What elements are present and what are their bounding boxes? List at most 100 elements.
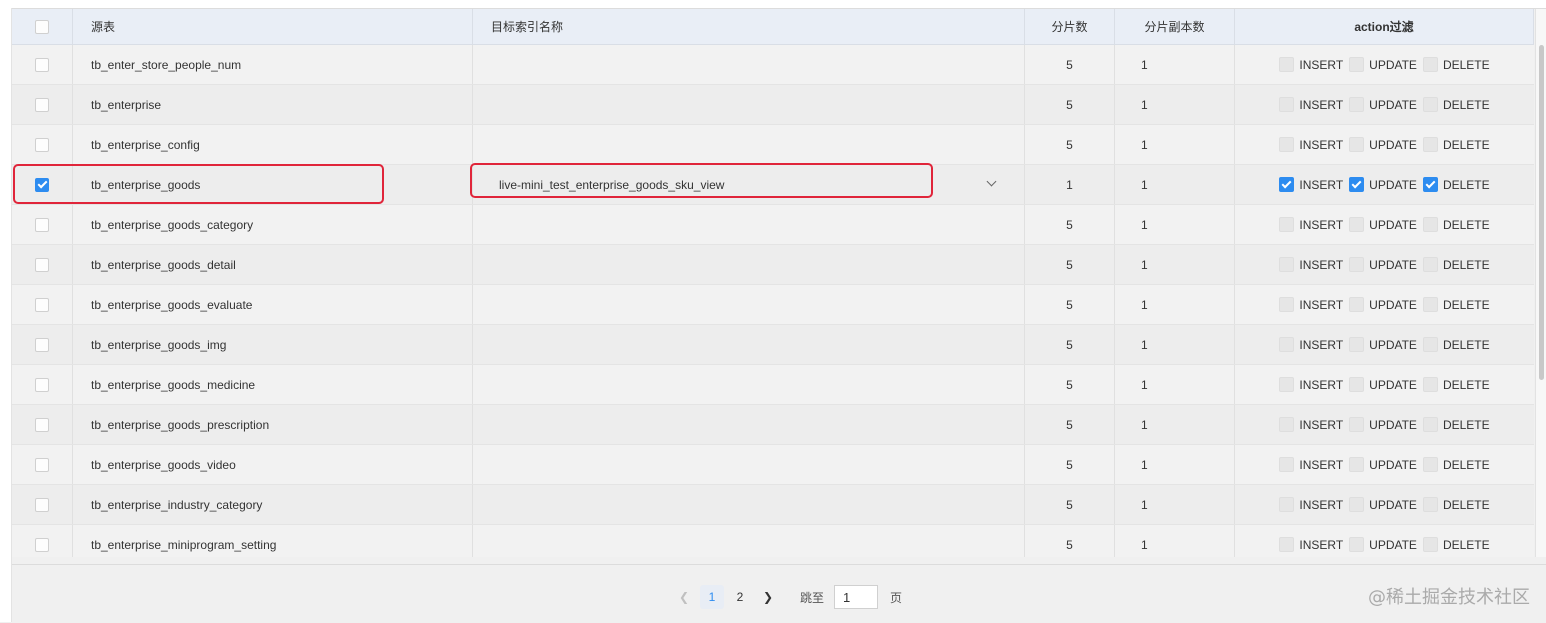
delete-checkbox[interactable]	[1422, 537, 1438, 552]
row-select-checkbox[interactable]	[35, 137, 49, 152]
update-checkbox[interactable]	[1349, 177, 1365, 192]
delete-action-toggle[interactable]: DELETE	[1422, 417, 1490, 432]
insert-action-toggle[interactable]: INSERT	[1279, 457, 1343, 472]
delete-action-toggle[interactable]: DELETE	[1422, 137, 1490, 152]
update-checkbox[interactable]	[1349, 417, 1365, 432]
chevron-right-icon[interactable]: ❯	[756, 585, 780, 609]
insert-action-toggle[interactable]: INSERT	[1279, 97, 1343, 112]
insert-action-toggle[interactable]: INSERT	[1279, 177, 1343, 192]
update-action-toggle[interactable]: UPDATE	[1349, 377, 1417, 392]
insert-action-toggle[interactable]: INSERT	[1279, 417, 1343, 432]
update-action-toggle[interactable]: UPDATE	[1349, 217, 1417, 232]
delete-action-toggle[interactable]: DELETE	[1422, 217, 1490, 232]
update-checkbox[interactable]	[1349, 297, 1365, 312]
delete-action-toggle[interactable]: DELETE	[1422, 497, 1490, 512]
delete-checkbox[interactable]	[1422, 177, 1438, 192]
update-action-toggle[interactable]: UPDATE	[1349, 337, 1417, 352]
delete-action-toggle[interactable]: DELETE	[1422, 97, 1490, 112]
update-checkbox[interactable]	[1349, 217, 1365, 232]
delete-action-toggle[interactable]: DELETE	[1422, 257, 1490, 272]
update-checkbox[interactable]	[1349, 97, 1365, 112]
chevron-left-icon[interactable]: ❮	[672, 585, 696, 609]
delete-checkbox[interactable]	[1422, 217, 1438, 232]
scrollbar-thumb[interactable]	[1539, 45, 1544, 380]
insert-checkbox[interactable]	[1279, 417, 1295, 432]
update-checkbox[interactable]	[1349, 57, 1365, 72]
update-action-toggle[interactable]: UPDATE	[1349, 497, 1417, 512]
insert-action-toggle[interactable]: INSERT	[1279, 137, 1343, 152]
insert-action-toggle[interactable]: INSERT	[1279, 217, 1343, 232]
delete-action-toggle[interactable]: DELETE	[1422, 57, 1490, 72]
update-action-toggle[interactable]: UPDATE	[1349, 177, 1417, 192]
update-checkbox[interactable]	[1349, 457, 1365, 472]
row-select-checkbox[interactable]	[35, 377, 49, 392]
row-select-checkbox[interactable]	[35, 457, 49, 472]
target-index-cell[interactable]	[473, 365, 1025, 404]
update-checkbox[interactable]	[1349, 377, 1365, 392]
insert-action-toggle[interactable]: INSERT	[1279, 337, 1343, 352]
row-select-checkbox[interactable]	[35, 297, 49, 312]
delete-checkbox[interactable]	[1422, 57, 1438, 72]
update-action-toggle[interactable]: UPDATE	[1349, 417, 1417, 432]
update-action-toggle[interactable]: UPDATE	[1349, 537, 1417, 552]
insert-checkbox[interactable]	[1279, 217, 1295, 232]
delete-checkbox[interactable]	[1422, 377, 1438, 392]
update-action-toggle[interactable]: UPDATE	[1349, 257, 1417, 272]
target-index-cell[interactable]	[473, 45, 1025, 84]
update-checkbox[interactable]	[1349, 537, 1365, 552]
row-select-checkbox[interactable]	[35, 537, 49, 552]
goto-page-input[interactable]: 1	[834, 585, 879, 609]
row-select-checkbox[interactable]	[35, 417, 49, 432]
chevron-down-icon[interactable]	[986, 176, 997, 187]
page-1-button[interactable]: 1	[700, 585, 724, 609]
target-index-cell[interactable]	[473, 485, 1025, 524]
insert-checkbox[interactable]	[1279, 297, 1295, 312]
update-action-toggle[interactable]: UPDATE	[1349, 457, 1417, 472]
target-index-cell[interactable]	[473, 285, 1025, 324]
update-action-toggle[interactable]: UPDATE	[1349, 57, 1417, 72]
update-checkbox[interactable]	[1349, 337, 1365, 352]
target-index-cell[interactable]	[473, 325, 1025, 364]
row-select-checkbox[interactable]	[35, 337, 49, 352]
insert-checkbox[interactable]	[1279, 497, 1295, 512]
target-index-cell[interactable]	[473, 405, 1025, 444]
insert-action-toggle[interactable]: INSERT	[1279, 257, 1343, 272]
insert-checkbox[interactable]	[1279, 177, 1295, 192]
insert-checkbox[interactable]	[1279, 537, 1295, 552]
insert-action-toggle[interactable]: INSERT	[1279, 57, 1343, 72]
target-index-cell[interactable]	[473, 205, 1025, 244]
insert-action-toggle[interactable]: INSERT	[1279, 377, 1343, 392]
row-select-checkbox[interactable]	[35, 57, 49, 72]
update-checkbox[interactable]	[1349, 257, 1365, 272]
target-index-cell[interactable]	[473, 85, 1025, 124]
delete-checkbox[interactable]	[1422, 297, 1438, 312]
insert-action-toggle[interactable]: INSERT	[1279, 497, 1343, 512]
delete-action-toggle[interactable]: DELETE	[1422, 377, 1490, 392]
delete-action-toggle[interactable]: DELETE	[1422, 337, 1490, 352]
delete-action-toggle[interactable]: DELETE	[1422, 537, 1490, 552]
vertical-scrollbar[interactable]	[1535, 9, 1546, 557]
insert-checkbox[interactable]	[1279, 457, 1295, 472]
delete-action-toggle[interactable]: DELETE	[1422, 457, 1490, 472]
delete-checkbox[interactable]	[1422, 137, 1438, 152]
insert-action-toggle[interactable]: INSERT	[1279, 297, 1343, 312]
delete-checkbox[interactable]	[1422, 497, 1438, 512]
select-all-checkbox[interactable]	[35, 19, 49, 34]
delete-checkbox[interactable]	[1422, 257, 1438, 272]
update-action-toggle[interactable]: UPDATE	[1349, 137, 1417, 152]
target-index-cell[interactable]	[473, 445, 1025, 484]
insert-checkbox[interactable]	[1279, 137, 1295, 152]
page-2-button[interactable]: 2	[728, 585, 752, 609]
target-index-cell[interactable]	[473, 125, 1025, 164]
target-index-cell[interactable]	[473, 525, 1025, 557]
update-checkbox[interactable]	[1349, 137, 1365, 152]
update-checkbox[interactable]	[1349, 497, 1365, 512]
delete-checkbox[interactable]	[1422, 457, 1438, 472]
row-select-checkbox[interactable]	[35, 97, 49, 112]
delete-action-toggle[interactable]: DELETE	[1422, 177, 1490, 192]
delete-action-toggle[interactable]: DELETE	[1422, 297, 1490, 312]
insert-checkbox[interactable]	[1279, 257, 1295, 272]
delete-checkbox[interactable]	[1422, 417, 1438, 432]
insert-checkbox[interactable]	[1279, 377, 1295, 392]
insert-action-toggle[interactable]: INSERT	[1279, 537, 1343, 552]
